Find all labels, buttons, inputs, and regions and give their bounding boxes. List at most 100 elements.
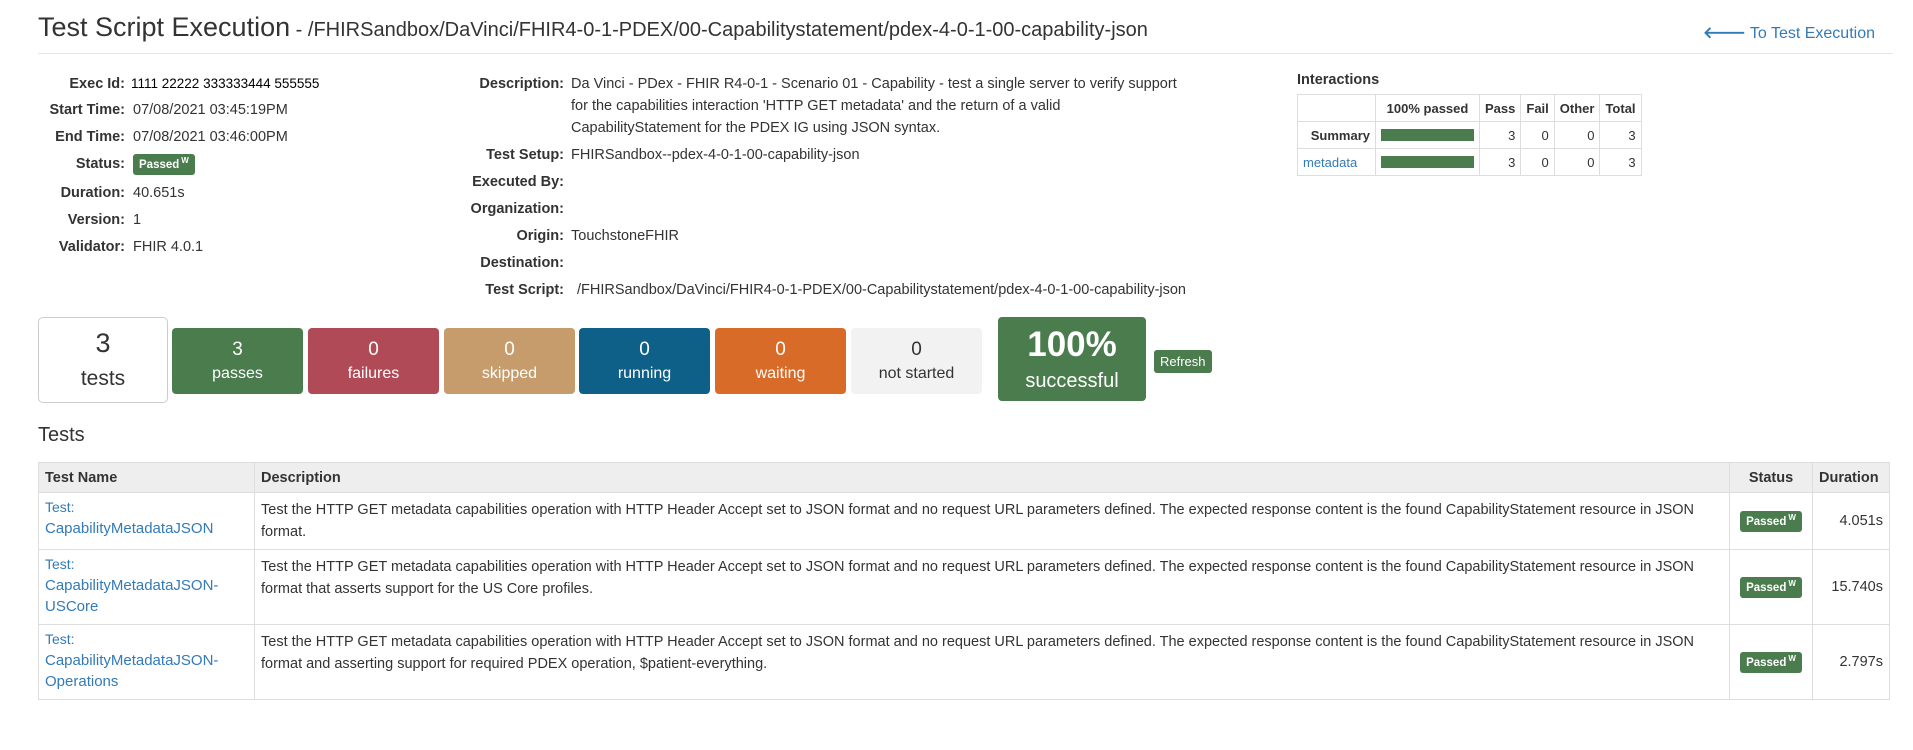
tests-count-box: 3 tests	[38, 317, 168, 403]
summary-fail: 0	[1520, 121, 1555, 149]
interactions-title: Interactions	[1297, 72, 1380, 88]
version-value: 1	[133, 212, 142, 228]
passed-badge-text: Passed	[1746, 581, 1787, 594]
metadata-progress	[1375, 148, 1480, 176]
validator-link[interactable]: FHIR 4.0.1	[133, 239, 203, 255]
not-started-count: 0	[911, 339, 922, 360]
arrow-left-icon: 🡐	[1702, 25, 1746, 42]
interactions-header-pass: Pass	[1478, 94, 1522, 122]
page-title-text: Test Script Execution	[38, 12, 291, 42]
tests-count: 3	[95, 328, 111, 358]
test-duration: 15.740s	[1812, 549, 1890, 625]
table-row: Test: CapabilityMetadataJSON- USCore Test …	[38, 549, 1890, 625]
to-test-execution-label: To Test Execution	[1749, 25, 1875, 42]
test-name-line: Test:	[45, 556, 75, 572]
test-name-cell: Test: CapabilityMetadataJSON	[38, 492, 255, 550]
tests-count-label: tests	[80, 367, 126, 390]
skipped-label: skipped	[481, 365, 538, 382]
interactions-header-passed: 100% passed	[1375, 94, 1480, 122]
metadata-pass: 3	[1478, 148, 1522, 176]
start-time-label: Start Time:	[49, 102, 125, 118]
passed-badge-text: Passed	[139, 158, 180, 171]
col-description: Description	[254, 462, 1730, 493]
tests-table: Test Name Description Status Duration Te…	[38, 462, 1890, 700]
passes-count: 3	[232, 339, 243, 360]
origin-label: Origin:	[516, 228, 564, 244]
interactions-header-row: 100% passed Pass Fail Other Total	[1297, 94, 1642, 122]
running-count: 0	[639, 339, 650, 360]
title-separator: -	[290, 19, 308, 41]
test-status-cell: Passed W	[1729, 549, 1813, 625]
organization-label: Organization:	[470, 201, 564, 217]
summary-label: Summary	[1297, 121, 1376, 149]
running-box: 0 running	[579, 328, 710, 394]
test-duration: 4.051s	[1812, 492, 1890, 550]
passed-badge-sup: W	[1788, 653, 1796, 663]
passed-badge-sup: W	[1788, 578, 1796, 588]
exec-id-value: 1111 22222 333333444 555555	[131, 76, 320, 91]
col-duration: Duration	[1812, 462, 1890, 493]
test-setup-label: Test Setup:	[486, 147, 564, 163]
waiting-count: 0	[775, 339, 786, 360]
test-status-cell: Passed W	[1729, 624, 1813, 700]
test-description: Test the HTTP GET metadata capabilities …	[254, 549, 1730, 625]
version-label: Version:	[67, 212, 125, 228]
skipped-count: 0	[504, 339, 515, 360]
test-status-cell: Passed W	[1729, 492, 1813, 550]
start-time-value: 07/08/2021 03:45:19PM	[133, 102, 288, 118]
tests-header-row: Test Name Description Status Duration	[38, 462, 1890, 493]
metadata-progress-bar	[1381, 156, 1474, 168]
passes-label: passes	[212, 365, 263, 382]
test-name-line: Test:	[45, 631, 75, 647]
test-script-label: Test Script:	[485, 282, 564, 298]
executed-by-label: Executed By:	[472, 174, 564, 190]
failures-count: 0	[368, 339, 379, 360]
test-name-cell: Test: CapabilityMetadataJSON- USCore	[38, 549, 255, 625]
not-started-box: 0 not started	[851, 328, 982, 394]
passed-badge-sup: W	[1788, 512, 1796, 522]
interactions-header-other: Other	[1553, 94, 1601, 122]
test-name-line: Test:	[45, 499, 75, 515]
test-name-line: CapabilityMetadataJSON-	[45, 577, 219, 594]
col-status: Status	[1729, 462, 1813, 493]
description-line-2: for the capabilities interaction 'HTTP G…	[571, 98, 1061, 114]
summary-pass: 3	[1478, 121, 1522, 149]
summary-progress	[1375, 121, 1480, 149]
passed-badge: Passed W	[1740, 651, 1802, 674]
metadata-fail: 0	[1520, 148, 1555, 176]
passed-badge: Passed W	[133, 154, 195, 176]
destination-label: Destination:	[480, 255, 564, 271]
description-line-1: Da Vinci - PDex - FHIR R4-0-1 - Scenario…	[571, 76, 1177, 92]
duration-label: Duration:	[60, 185, 125, 201]
test-name-link[interactable]: Test: CapabilityMetadataJSON	[45, 499, 214, 537]
table-row: Test: CapabilityMetadataJSON Test the HTT…	[38, 492, 1890, 550]
failures-label: failures	[347, 365, 400, 382]
passes-box: 3 passes	[172, 328, 303, 394]
end-time-label: End Time:	[55, 129, 125, 145]
summary-progress-bar	[1381, 129, 1474, 141]
interactions-header-fail: Fail	[1520, 94, 1555, 122]
description-line-3: CapabilityStatement for the PDEX IG usin…	[571, 120, 941, 136]
metadata-link[interactable]: metadata	[1303, 155, 1357, 170]
passed-badge-text: Passed	[1746, 656, 1787, 669]
test-name-link[interactable]: Test: CapabilityMetadataJSON- USCore	[45, 556, 219, 615]
status-badge: Passed W	[133, 154, 195, 176]
passed-badge: Passed W	[1740, 576, 1802, 599]
page-title: Test Script Execution - /FHIRSandbox/DaV…	[38, 12, 1148, 43]
interactions-header-total: Total	[1599, 94, 1642, 122]
to-test-execution-link[interactable]: 🡐 To Test Execution	[1703, 22, 1875, 43]
test-script-link[interactable]: /FHIRSandbox/DaVinci/FHIR4-0-1-PDEX/00-C…	[577, 282, 1186, 298]
passed-badge: Passed W	[1740, 510, 1802, 533]
exec-id-label: Exec Id:	[69, 76, 125, 92]
refresh-button[interactable]: Refresh	[1154, 350, 1212, 373]
test-duration: 2.797s	[1812, 624, 1890, 700]
tests-heading: Tests	[38, 424, 85, 446]
test-name-line: CapabilityMetadataJSON	[45, 520, 214, 537]
waiting-box: 0 waiting	[715, 328, 846, 394]
metadata-total: 3	[1599, 148, 1642, 176]
test-name-line: Operations	[45, 673, 119, 690]
test-name-cell: Test: CapabilityMetadataJSON- Operations	[38, 624, 255, 700]
test-name-link[interactable]: Test: CapabilityMetadataJSON- Operations	[45, 631, 218, 690]
description-label: Description:	[479, 76, 564, 92]
running-label: running	[617, 365, 672, 382]
